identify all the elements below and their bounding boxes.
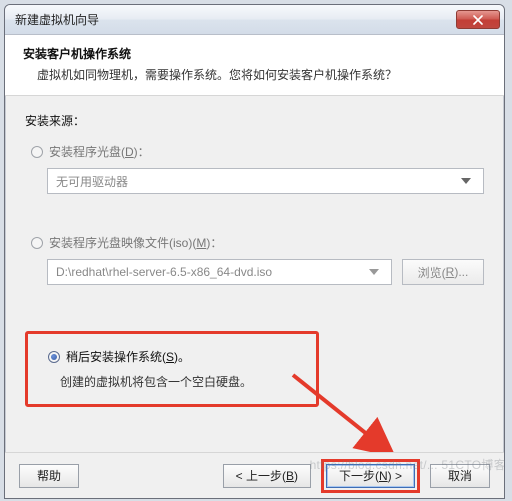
radio-option-later[interactable]: 稍后安装操作系统(S)。: [48, 348, 302, 365]
close-button[interactable]: [456, 10, 500, 29]
radio-option-disc[interactable]: 安装程序光盘(D)：: [31, 143, 484, 160]
radio-label: 安装程序光盘(D)：: [49, 143, 150, 160]
header-subtitle: 虚拟机如同物理机，需要操作系统。您将如何安装客户机操作系统？: [23, 66, 486, 83]
close-icon: [473, 15, 483, 25]
help-button[interactable]: 帮助: [19, 464, 79, 488]
iso-path-value: D:\redhat\rhel-server-6.5-x86_64-dvd.iso: [56, 265, 272, 279]
titlebar: 新建虚拟机向导: [5, 5, 504, 35]
radio-label: 稍后安装操作系统(S)。: [66, 348, 190, 365]
radio-option-iso[interactable]: 安装程序光盘映像文件(iso)(M)：: [31, 234, 484, 251]
header-title: 安装客户机操作系统: [23, 45, 486, 62]
drive-select-value: 无可用驱动器: [56, 173, 128, 190]
wizard-header: 安装客户机操作系统 虚拟机如同物理机，需要操作系统。您将如何安装客户机操作系统？: [5, 35, 504, 96]
radio-icon: [48, 351, 60, 363]
disc-select-row: 无可用驱动器: [47, 168, 484, 194]
radio-icon: [31, 146, 43, 158]
iso-path-row: D:\redhat\rhel-server-6.5-x86_64-dvd.iso…: [47, 259, 484, 285]
source-label: 安装来源：: [25, 112, 484, 129]
chevron-down-icon: [365, 269, 383, 275]
iso-path-input[interactable]: D:\redhat\rhel-server-6.5-x86_64-dvd.iso: [47, 259, 392, 285]
watermark: https://blog.csdn.net/... 51CTO博客: [310, 456, 506, 473]
chevron-down-icon: [457, 178, 475, 184]
radio-icon: [31, 237, 43, 249]
wizard-window: 新建虚拟机向导 安装客户机操作系统 虚拟机如同物理机，需要操作系统。您将如何安装…: [4, 4, 505, 499]
drive-select[interactable]: 无可用驱动器: [47, 168, 484, 194]
back-button[interactable]: < 上一步(B): [223, 464, 311, 488]
browse-button[interactable]: 浏览(R)...: [402, 259, 484, 285]
highlight-box-option-later: 稍后安装操作系统(S)。 创建的虚拟机将包含一个空白硬盘。: [25, 331, 319, 407]
option-later-hint: 创建的虚拟机将包含一个空白硬盘。: [42, 373, 302, 390]
wizard-body: 安装来源： 安装程序光盘(D)： 无可用驱动器 安装程序光盘映像文件(iso)(…: [5, 96, 504, 457]
radio-label: 安装程序光盘映像文件(iso)(M)：: [49, 234, 222, 251]
window-title: 新建虚拟机向导: [15, 11, 456, 28]
